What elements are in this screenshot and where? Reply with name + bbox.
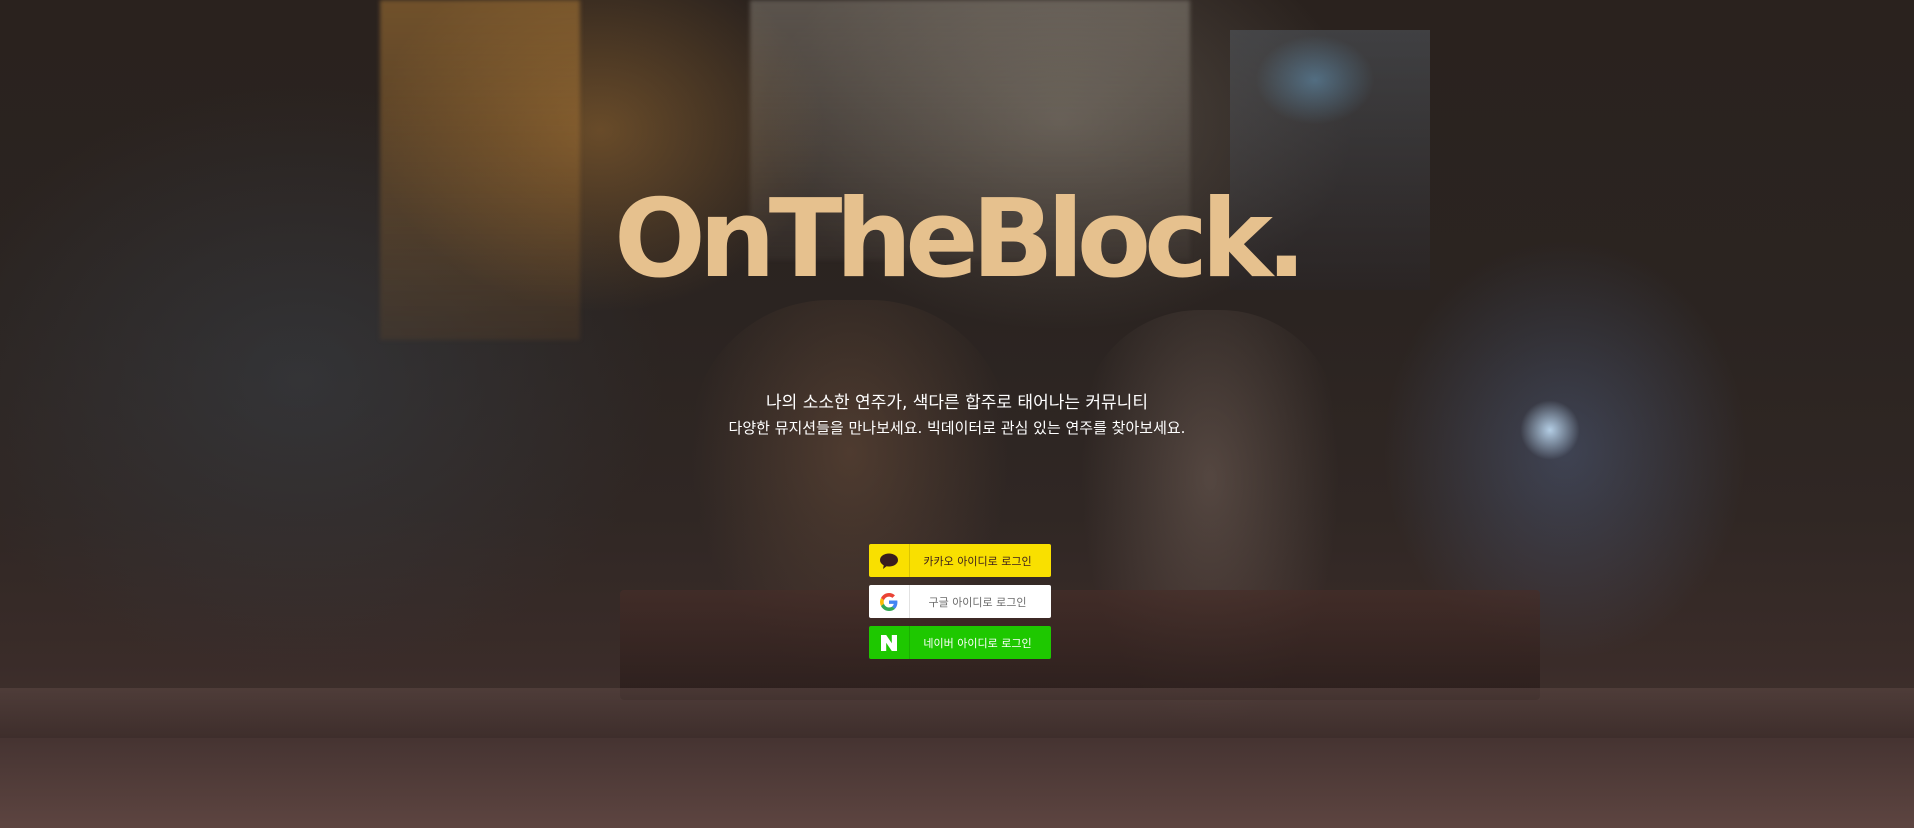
tagline-primary: 나의 소소한 연주가, 색다른 합주로 태어나는 커뮤니티 (766, 393, 1148, 413)
login-button-group: 카카오 아이디로 로그인 구글 아이디로 로그인 네이버 아이디로 로그인 (869, 544, 1051, 667)
naver-n-icon (869, 626, 910, 659)
google-g-icon (869, 585, 910, 618)
google-login-label: 구글 아이디로 로그인 (928, 595, 1027, 609)
speech-bubble-icon (869, 544, 910, 577)
naver-login-button[interactable]: 네이버 아이디로 로그인 (869, 626, 1051, 659)
tagline-secondary: 다양한 뮤지션들을 만나보세요. 빅데이터로 관심 있는 연주를 찾아보세요. (728, 419, 1186, 437)
background-guitarist-right (1080, 310, 1340, 730)
background-ground (0, 738, 1914, 828)
kakao-login-button[interactable]: 카카오 아이디로 로그인 (869, 544, 1051, 577)
google-login-button[interactable]: 구글 아이디로 로그인 (869, 585, 1051, 618)
background-bench (620, 590, 1540, 700)
hero-background: OnTheBlock. 나의 소소한 연주가, 색다른 합주로 태어나는 커뮤니… (0, 0, 1914, 828)
background-step (0, 688, 1914, 738)
naver-login-label: 네이버 아이디로 로그인 (923, 636, 1032, 650)
kakao-login-label: 카카오 아이디로 로그인 (923, 554, 1032, 568)
background-hotel-sign (1255, 35, 1375, 125)
brand-logo: OnTheBlock. (614, 177, 1307, 302)
